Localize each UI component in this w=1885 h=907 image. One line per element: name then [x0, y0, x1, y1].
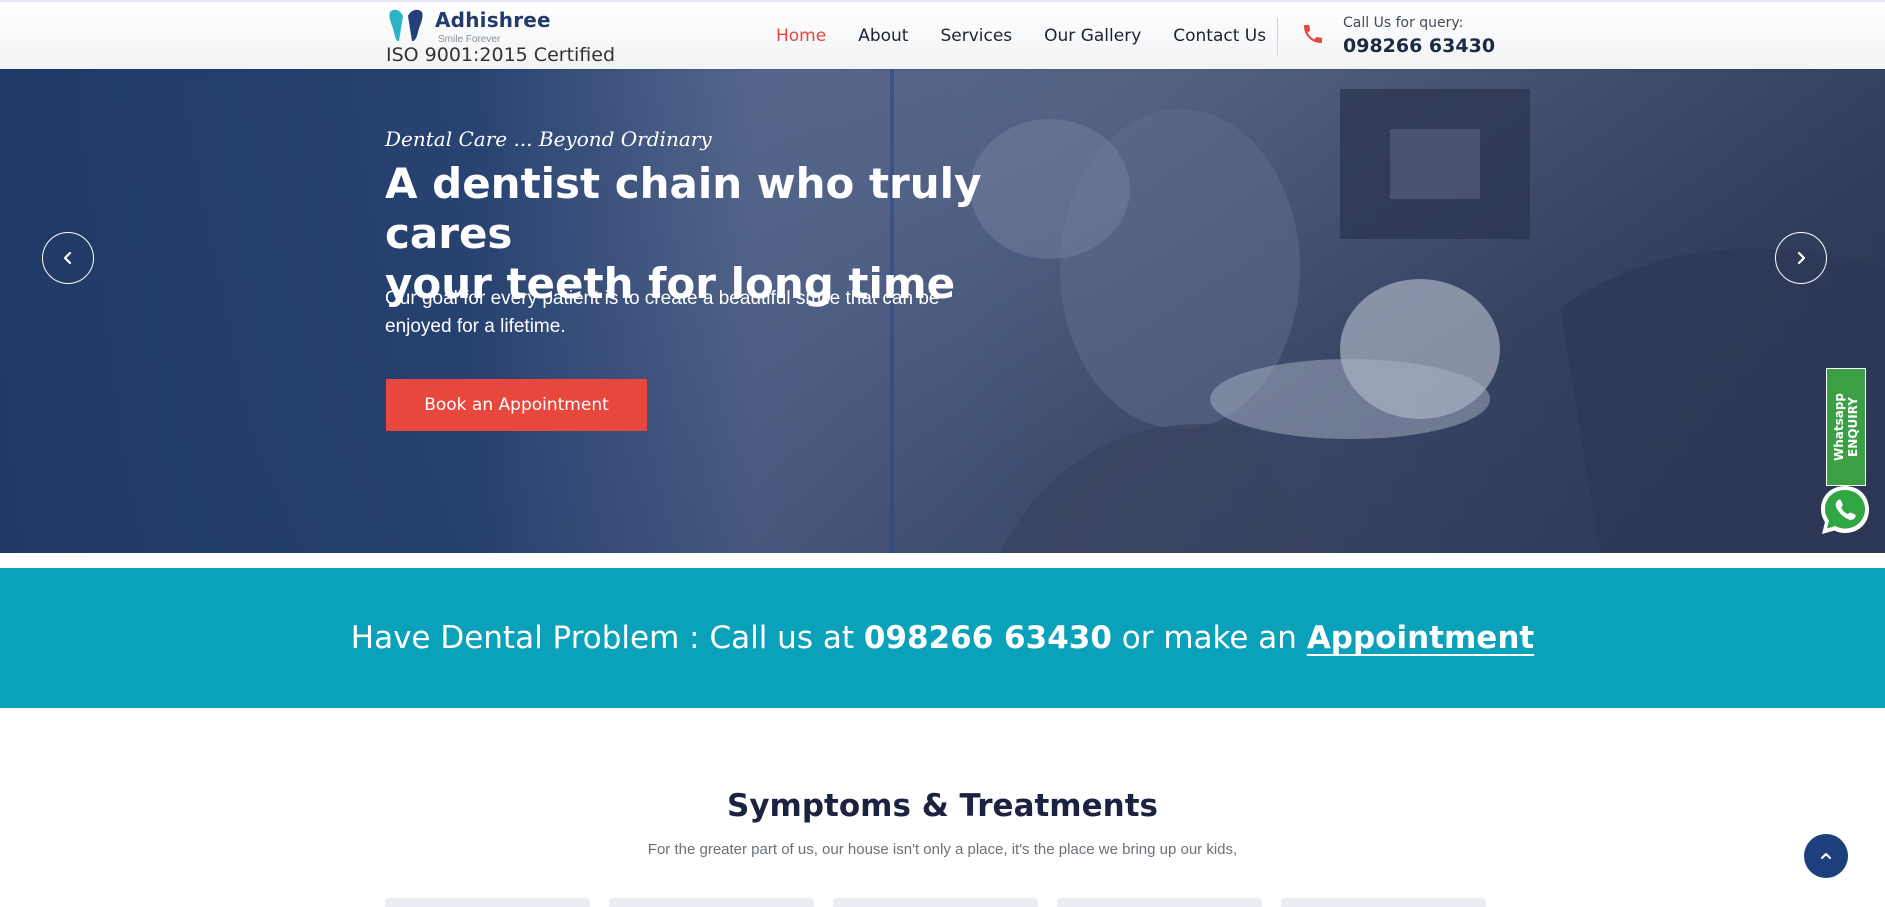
slider-prev-button[interactable] — [42, 232, 94, 284]
nav-contact[interactable]: Contact Us — [1173, 26, 1266, 46]
chevron-up-icon — [1821, 853, 1831, 859]
hero-slider: Dental Care ... Beyond Ordinary A dentis… — [0, 69, 1885, 553]
tooth-logo-icon — [389, 9, 423, 42]
treatment-card[interactable] — [385, 898, 590, 907]
brand-name: Adhishree — [435, 8, 551, 32]
section-title: Symptoms & Treatments — [727, 788, 1158, 824]
phone-icon — [1304, 25, 1322, 43]
book-appointment-button[interactable]: Book an Appointment — [386, 379, 647, 431]
nav-about[interactable]: About — [858, 26, 908, 46]
cta-appointment-link[interactable]: Appointment — [1307, 620, 1534, 656]
whatsapp-icon[interactable] — [1817, 482, 1873, 538]
cta-phone-number[interactable]: 098266 63430 — [864, 620, 1112, 656]
section-subtitle: For the greater part of us, our house is… — [647, 841, 1238, 858]
page: Adhishree Smile Forever ISO 9001:2015 Ce… — [0, 0, 1885, 907]
hero-eyebrow: Dental Care ... Beyond Ordinary — [385, 127, 712, 151]
call-number[interactable]: 098266 63430 — [1343, 35, 1495, 57]
cta-line: Have Dental Problem : Call us at 098266 … — [351, 620, 1534, 656]
nav-home[interactable]: Home — [776, 26, 826, 46]
nav-gallery[interactable]: Our Gallery — [1044, 26, 1141, 46]
chevron-right-icon — [1797, 251, 1806, 265]
treatment-card[interactable] — [833, 898, 1038, 907]
call-label: Call Us for query: — [1343, 15, 1464, 31]
main-nav: Home About Services Our Gallery Contact … — [776, 26, 1266, 46]
certification-text: ISO 9001:2015 Certified — [386, 44, 616, 66]
treatment-card[interactable] — [1281, 898, 1486, 907]
cta-middle: or make an — [1121, 620, 1297, 656]
cta-prefix: Have Dental Problem : Call us at — [350, 620, 854, 656]
chevron-left-icon — [63, 251, 72, 265]
whatsapp-enquiry-tab[interactable]: Whatsapp ENQUIRY — [1826, 368, 1866, 486]
treatment-card[interactable] — [609, 898, 814, 907]
nav-services[interactable]: Services — [940, 26, 1012, 46]
treatment-cards — [385, 898, 1486, 907]
header-divider — [1277, 18, 1278, 55]
treatment-card[interactable] — [1057, 898, 1262, 907]
slider-next-button[interactable] — [1775, 232, 1827, 284]
hero-description: Our goal for every patient is to create … — [385, 288, 940, 337]
call-to-action-band: Have Dental Problem : Call us at 098266 … — [0, 568, 1885, 708]
hero-title-line-1: A dentist chain who truly cares — [385, 159, 982, 258]
whatsapp-enquiry-label: Whatsapp ENQUIRY — [1832, 392, 1861, 462]
site-header: Adhishree Smile Forever ISO 9001:2015 Ce… — [0, 0, 1885, 69]
back-to-top-button[interactable] — [1804, 834, 1848, 878]
